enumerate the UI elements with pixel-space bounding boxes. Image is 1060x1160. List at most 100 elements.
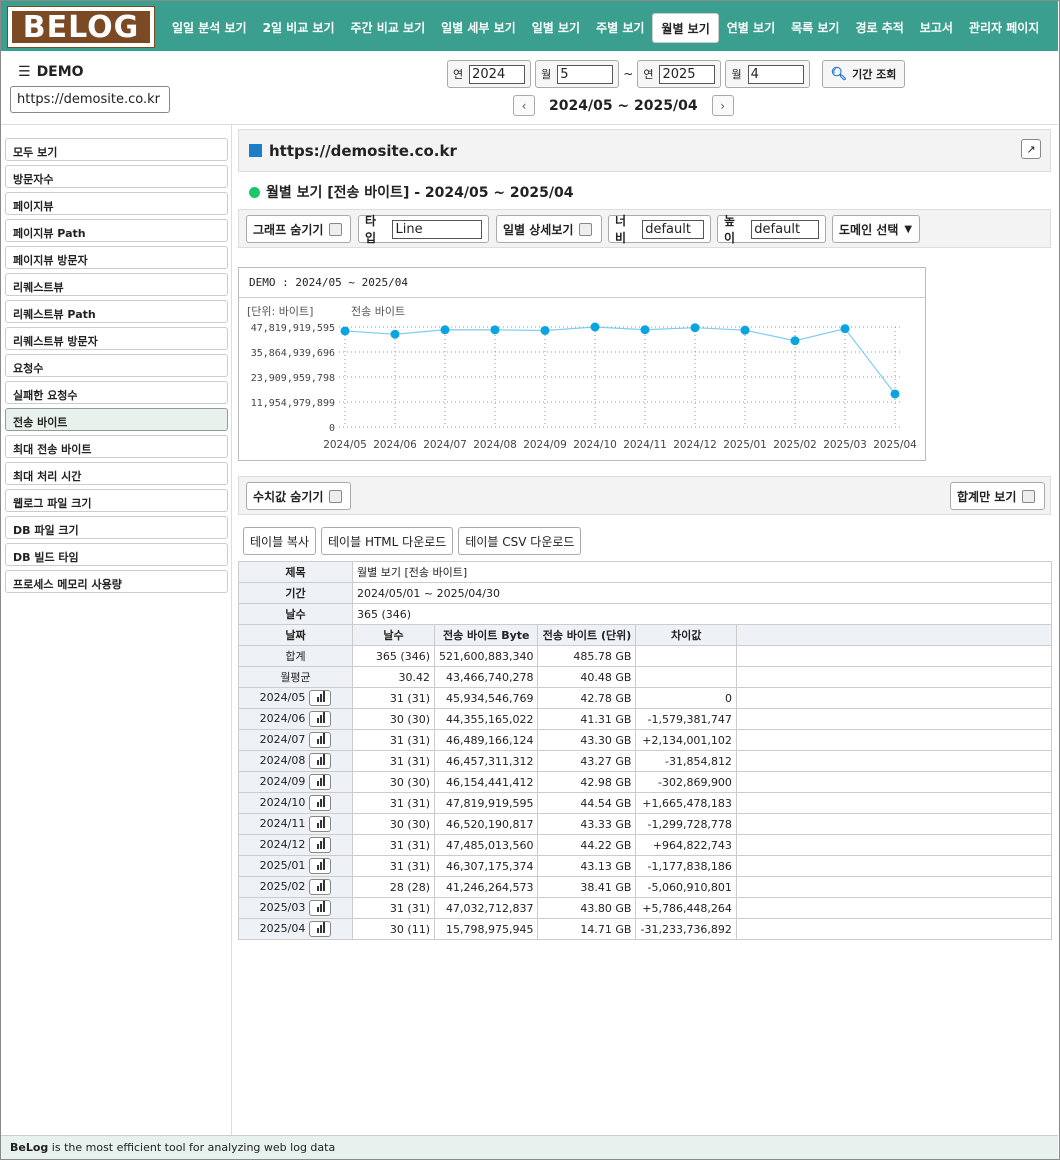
download-csv-button[interactable]: 테이블 CSV 다운로드 [458, 527, 582, 555]
period-selector: 연 2024 월 5 ~ 연 2025 월 4 🔍︎ 기간 조회 [447, 60, 906, 88]
cell-bytes: 45,934,546,769 [433, 687, 539, 709]
sidebar-item-11[interactable]: 최대 전송 바이트 [5, 435, 228, 458]
nav-item-7[interactable]: 연별 보기 [719, 13, 783, 43]
start-month-input[interactable]: 5 [557, 64, 614, 84]
sidebar-item-8[interactable]: 요청수 [5, 354, 228, 377]
bar-chart-icon[interactable] [309, 816, 332, 832]
sidebar-item-1[interactable]: 방문자수 [5, 165, 228, 188]
start-year-input[interactable]: 2024 [469, 64, 526, 84]
end-month-input[interactable]: 4 [747, 64, 804, 84]
bar-chart-icon[interactable] [309, 774, 332, 790]
hide-values-toggle[interactable]: 수치값 숨기기 [246, 482, 351, 510]
bar-chart-icon[interactable] [309, 837, 332, 853]
belog-logo[interactable]: BELOG [7, 6, 155, 48]
hamburger-menu-icon[interactable]: ☰ [18, 64, 31, 80]
bar-chart-icon[interactable] [309, 732, 332, 748]
bar-chart-icon[interactable] [309, 711, 332, 727]
total-only-toggle[interactable]: 합계만 보기 [950, 482, 1045, 510]
sidebar-item-4[interactable]: 페이지뷰 방문자 [5, 246, 228, 269]
sidebar-item-13[interactable]: 웹로그 파일 크기 [5, 489, 228, 512]
sidebar-item-9[interactable]: 실패한 요청수 [5, 381, 228, 404]
daily-detail-checkbox[interactable] [579, 222, 593, 236]
table-row: 2024/12 31 (31) 47,485,013,560 44.22 GB +964… [238, 834, 1053, 856]
cell-bytes: 43,466,740,278 [433, 666, 539, 688]
sidebar-item-7[interactable]: 리퀘스트뷰 방문자 [5, 327, 228, 350]
sidebar-item-12[interactable]: 최대 처리 시간 [5, 462, 228, 485]
cell-bytes: 44,355,165,022 [433, 708, 539, 730]
row-label: 2024/07 [259, 733, 306, 746]
domain-select-dropdown[interactable]: 도메인 선택 ▼ [832, 215, 920, 243]
bar-chart-icon[interactable] [309, 690, 332, 706]
bar-chart-icon[interactable] [309, 753, 332, 769]
hide-values-checkbox[interactable] [329, 489, 343, 503]
period-search-button[interactable]: 🔍︎ 기간 조회 [821, 60, 906, 88]
cell-bytes: 15,798,975,945 [433, 918, 539, 940]
cell-diff: -1,177,838,186 [635, 855, 737, 877]
row-label: 2025/02 [259, 880, 306, 893]
table-row: 월평균 30.42 43,466,740,278 40.48 GB [238, 666, 1053, 688]
site-url-selector[interactable]: https://demosite.co.kr [10, 86, 170, 113]
bar-chart-icon[interactable] [309, 900, 332, 916]
chart-panel: DEMO : 2024/05 ~ 2025/04 [단위: 바이트] 전송 바이트… [238, 267, 926, 461]
row-label: 2025/01 [259, 859, 306, 872]
cell-blank [735, 834, 1053, 856]
bar-chart-icon[interactable] [309, 921, 332, 937]
nav-item-4[interactable]: 일별 보기 [524, 13, 588, 43]
cell-unit: 41.31 GB [537, 708, 637, 730]
nav-item-5[interactable]: 주별 보기 [588, 13, 652, 43]
daily-detail-toggle[interactable]: 일별 상세보기 [496, 215, 602, 243]
nav-item-3[interactable]: 일별 세부 보기 [433, 13, 524, 43]
bar-chart-icon[interactable] [309, 879, 332, 895]
nav-item-1[interactable]: 2일 비교 보기 [255, 13, 343, 43]
nav-item-11[interactable]: 관리자 페이지 [961, 13, 1047, 43]
sidebar-item-0[interactable]: 모두 보기 [5, 138, 228, 161]
page-title: 월별 보기 [전송 바이트] - 2024/05 ~ 2025/04 [249, 182, 574, 202]
sidebar-item-6[interactable]: 리퀘스트뷰 Path [5, 300, 228, 323]
download-html-button[interactable]: 테이블 HTML 다운로드 [321, 527, 454, 555]
x-tick-label: 2025/03 [823, 439, 867, 451]
copy-table-button[interactable]: 테이블 복사 [243, 527, 317, 555]
column-header: 전송 바이트 (단위) [537, 624, 637, 646]
y-tick-label: 47,819,919,595 [251, 323, 335, 334]
nav-item-6[interactable]: 월별 보기 [652, 13, 719, 43]
bar-chart-icon[interactable] [309, 795, 332, 811]
nav-item-2[interactable]: 주간 비교 보기 [343, 13, 434, 43]
cell-unit: 44.22 GB [537, 834, 637, 856]
chart-height-input[interactable]: default [751, 219, 819, 239]
sidebar-item-10[interactable]: 전송 바이트 [5, 408, 228, 431]
nav-item-8[interactable]: 목록 보기 [783, 13, 847, 43]
meta-value: 2024/05/01 ~ 2025/04/30 [352, 582, 1052, 604]
sidebar-item-3[interactable]: 페이지뷰 Path [5, 219, 228, 242]
cell-unit: 43.30 GB [537, 729, 637, 751]
next-period-button[interactable]: › [711, 95, 734, 116]
chart-width-input[interactable]: default [642, 219, 704, 239]
table-row: 2025/04 30 (11) 15,798,975,945 14.71 GB -31,… [238, 918, 1053, 940]
y-tick-label: 35,864,939,696 [251, 348, 335, 359]
cell-diff: -1,299,728,778 [635, 813, 737, 835]
cell-unit: 43.33 GB [537, 813, 637, 835]
nav-item-0[interactable]: 일일 분석 보기 [164, 13, 255, 43]
chart-type-input[interactable]: Line [392, 219, 482, 239]
nav-item-9[interactable]: 경로 추적 [847, 13, 911, 43]
sidebar-item-15[interactable]: DB 빌드 타임 [5, 543, 228, 566]
total-only-checkbox[interactable] [1022, 489, 1036, 503]
bar-chart-icon[interactable] [309, 858, 332, 874]
row-label-cell: 2025/01 [238, 855, 353, 877]
sidebar-item-2[interactable]: 페이지뷰 [5, 192, 228, 215]
sidebar-item-16[interactable]: 프로세스 메모리 사용량 [5, 570, 228, 593]
cell-days: 31 (31) [352, 750, 435, 772]
end-year-input[interactable]: 2025 [659, 64, 716, 84]
cell-unit: 42.78 GB [537, 687, 637, 709]
hide-graph-checkbox[interactable] [329, 222, 343, 236]
cell-bytes: 47,485,013,560 [433, 834, 539, 856]
x-tick-label: 2024/11 [623, 439, 667, 451]
row-label-cell: 2024/06 [238, 708, 353, 730]
top-nav-bar: BELOG 일일 분석 보기 2일 비교 보기 주간 비교 보기 일별 세부 보기 일별… [1, 1, 1058, 51]
nav-item-10[interactable]: 보고서 [912, 13, 961, 43]
sidebar-item-14[interactable]: DB 파일 크기 [5, 516, 228, 539]
prev-period-button[interactable]: ‹ [513, 95, 535, 116]
sidebar-item-5[interactable]: 리퀘스트뷰 [5, 273, 228, 296]
cell-blank [735, 645, 1053, 667]
hide-graph-toggle[interactable]: 그래프 숨기기 [246, 215, 351, 243]
external-link-icon[interactable]: ↗ [1021, 139, 1041, 159]
